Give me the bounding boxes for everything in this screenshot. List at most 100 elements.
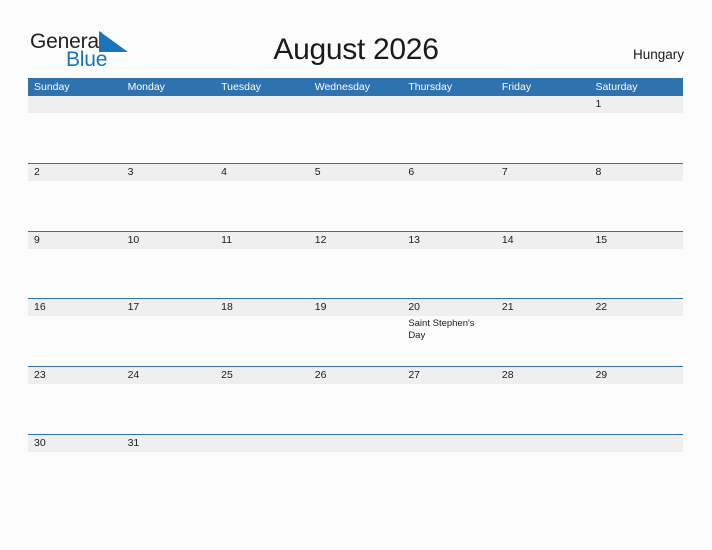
calendar-day-cell[interactable]: 4 xyxy=(215,163,309,231)
calendar-day-cell[interactable]: 17 xyxy=(121,299,216,366)
calendar-day-cell[interactable]: 18 xyxy=(215,299,309,366)
day-number-band xyxy=(589,163,684,181)
day-number-band xyxy=(495,163,590,181)
calendar-day-cell[interactable]: 20 Saint Stephen's Day xyxy=(402,299,496,366)
calendar-day-cell[interactable]: 5 xyxy=(308,163,403,231)
calendar-day-cell[interactable]: 3 xyxy=(121,163,216,231)
day-number-band xyxy=(589,96,684,113)
weekday-header-friday: Friday xyxy=(501,81,532,93)
calendar-day-cell[interactable]: 23 xyxy=(28,367,122,434)
calendar-day-cell[interactable]: 14 xyxy=(495,231,590,299)
calendar-week-row: 9 10 11 12 13 14 15 xyxy=(28,230,684,299)
calendar-day-cell[interactable]: 31 xyxy=(121,434,216,502)
day-number: 1 xyxy=(595,98,602,110)
calendar-day-cell[interactable]: 30 xyxy=(28,434,122,502)
day-number-band xyxy=(121,96,216,113)
calendar-day-cell-empty xyxy=(589,434,684,502)
day-number-band xyxy=(28,96,122,113)
day-number-band xyxy=(402,96,496,113)
day-number: 29 xyxy=(595,369,608,382)
calendar-day-cell-empty xyxy=(215,434,309,502)
day-number: 19 xyxy=(314,301,327,314)
day-number: 25 xyxy=(221,369,233,382)
calendar-day-cell[interactable]: 6 xyxy=(402,163,496,231)
day-number: 21 xyxy=(501,301,514,314)
calendar-day-cell[interactable]: 1 xyxy=(589,96,684,163)
day-number-band xyxy=(402,434,496,452)
calendar-day-cell[interactable]: 15 xyxy=(589,231,684,299)
day-number: 15 xyxy=(595,233,608,246)
day-number-band xyxy=(402,163,496,181)
day-number: 2 xyxy=(34,165,40,178)
day-number-band xyxy=(495,434,590,452)
calendar-day-cell[interactable]: 29 xyxy=(589,367,684,434)
calendar-day-cell-empty xyxy=(402,96,496,163)
day-number: 9 xyxy=(34,233,40,246)
calendar-day-cell[interactable]: 16 xyxy=(28,299,122,366)
day-number: 20 xyxy=(408,301,420,314)
day-number: 12 xyxy=(314,233,327,246)
day-number: 6 xyxy=(408,165,415,178)
page-header: General Blue August 2026 Hungary xyxy=(0,0,712,78)
day-number: 3 xyxy=(127,165,134,178)
day-number: 8 xyxy=(595,165,602,178)
calendar-week-row: 23 24 25 26 27 28 29 xyxy=(28,366,684,434)
day-number: 26 xyxy=(314,369,327,382)
day-number: 5 xyxy=(314,165,321,178)
day-number-band xyxy=(215,434,309,452)
calendar-day-cell[interactable]: 2 xyxy=(28,163,122,231)
day-number: 4 xyxy=(221,165,227,178)
calendar-day-cell[interactable]: 10 xyxy=(121,231,216,299)
day-number: 16 xyxy=(34,301,46,314)
calendar-day-cell[interactable]: 7 xyxy=(495,163,590,231)
calendar-day-cell-empty xyxy=(402,434,496,502)
day-number-band xyxy=(308,434,403,452)
calendar-day-cell-empty xyxy=(308,434,403,502)
day-number-band xyxy=(215,163,309,181)
day-number: 24 xyxy=(127,369,140,382)
calendar-day-cell[interactable]: 21 xyxy=(495,299,590,366)
calendar-week-body: 1 2 3 4 5 6 7 8 9 10 11 12 13 14 15 16 17 18 19 20 Saint Ste… xyxy=(28,96,684,502)
day-number-band xyxy=(589,434,684,452)
day-number: 31 xyxy=(127,436,140,449)
calendar-day-cell-empty xyxy=(495,96,590,163)
day-number-band xyxy=(308,96,403,113)
calendar-grid: Sunday Monday Tuesday Wednesday Thursday Frid… xyxy=(28,78,684,502)
weekday-header-saturday: Saturday xyxy=(595,81,638,93)
day-number: 10 xyxy=(127,233,140,246)
day-number-band xyxy=(495,96,590,113)
calendar-day-cell[interactable]: 25 xyxy=(215,367,309,434)
calendar-day-cell[interactable]: 9 xyxy=(28,231,122,299)
calendar-day-cell[interactable]: 26 xyxy=(308,367,403,434)
calendar-day-cell[interactable]: 11 xyxy=(215,231,309,299)
calendar-day-cell[interactable]: 28 xyxy=(495,367,590,434)
page-title: August 2026 xyxy=(273,33,439,66)
calendar-day-cell[interactable]: 24 xyxy=(121,367,216,434)
calendar-day-cell[interactable]: 8 xyxy=(589,163,684,231)
day-number: 11 xyxy=(221,233,233,246)
calendar-day-cell[interactable]: 22 xyxy=(589,299,684,366)
day-number: 28 xyxy=(501,369,514,382)
day-number-band xyxy=(28,231,122,249)
day-number: 7 xyxy=(501,165,508,178)
calendar-day-cell[interactable]: 13 xyxy=(402,231,496,299)
calendar-day-cell[interactable]: 19 xyxy=(308,299,403,366)
calendar-day-cell[interactable]: 27 xyxy=(402,367,496,434)
calendar-day-cell-empty xyxy=(308,96,403,163)
weekday-header-thursday: Thursday xyxy=(408,81,453,93)
day-events: Saint Stephen's Day xyxy=(408,318,492,342)
calendar-week-row: 30 31 xyxy=(28,433,684,502)
weekday-header-monday: Monday xyxy=(127,81,165,93)
weekday-header-row: Sunday Monday Tuesday Wednesday Thursday Frid… xyxy=(28,78,683,96)
day-number: 30 xyxy=(34,436,46,449)
calendar-week-row: 2 3 4 5 6 7 8 xyxy=(28,162,684,231)
calendar-day-cell[interactable]: 12 xyxy=(308,231,403,299)
region-label: Hungary xyxy=(632,47,684,62)
day-number: 18 xyxy=(221,301,233,314)
weekday-header-sunday: Sunday xyxy=(34,81,70,93)
day-number: 23 xyxy=(34,369,46,382)
weekday-header-tuesday: Tuesday xyxy=(221,81,262,93)
day-number-band xyxy=(121,163,216,181)
calendar-day-cell-empty xyxy=(121,96,216,163)
weekday-header-wednesday: Wednesday xyxy=(314,81,370,93)
